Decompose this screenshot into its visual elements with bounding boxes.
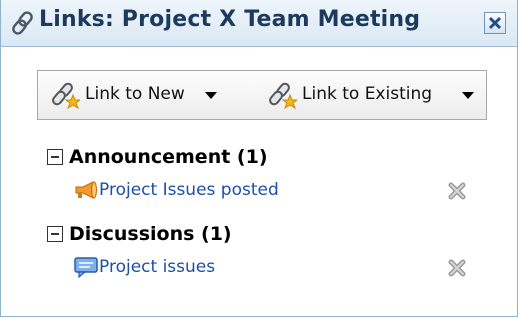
chevron-down-icon bbox=[205, 92, 217, 99]
megaphone-icon bbox=[75, 181, 97, 199]
announcement-link[interactable]: Project Issues posted bbox=[99, 180, 279, 200]
list-item: Project issues bbox=[73, 254, 493, 280]
link-to-existing-label: Link to Existing bbox=[302, 84, 433, 104]
panel-titlebar: Links: Project X Team Meeting bbox=[1, 0, 517, 47]
remove-link-icon[interactable] bbox=[447, 181, 467, 201]
collapse-toggle[interactable] bbox=[47, 226, 63, 242]
link-new-icon bbox=[52, 82, 80, 109]
remove-link-icon[interactable] bbox=[447, 258, 467, 278]
chevron-down-icon bbox=[462, 92, 474, 99]
link-to-new-label: Link to New bbox=[85, 84, 185, 104]
list-item: Project Issues posted bbox=[73, 177, 493, 203]
close-icon bbox=[488, 16, 502, 30]
chain-link-icon bbox=[12, 11, 33, 35]
section-heading: Discussions (1) bbox=[69, 223, 232, 245]
panel-title: Links: Project X Team Meeting bbox=[39, 7, 421, 32]
link-toolbar: Link to New Link to Existing bbox=[37, 70, 487, 120]
link-to-existing-button[interactable]: Link to Existing bbox=[267, 71, 482, 119]
discussion-icon bbox=[74, 257, 98, 278]
link-existing-icon bbox=[269, 82, 297, 109]
section-heading: Announcement (1) bbox=[69, 146, 268, 168]
links-panel: Links: Project X Team Meeting Link to Ne… bbox=[0, 0, 518, 317]
collapse-toggle[interactable] bbox=[47, 149, 63, 165]
discussion-link[interactable]: Project issues bbox=[99, 257, 215, 277]
link-to-new-button[interactable]: Link to New bbox=[50, 71, 250, 119]
close-button[interactable] bbox=[484, 12, 506, 34]
